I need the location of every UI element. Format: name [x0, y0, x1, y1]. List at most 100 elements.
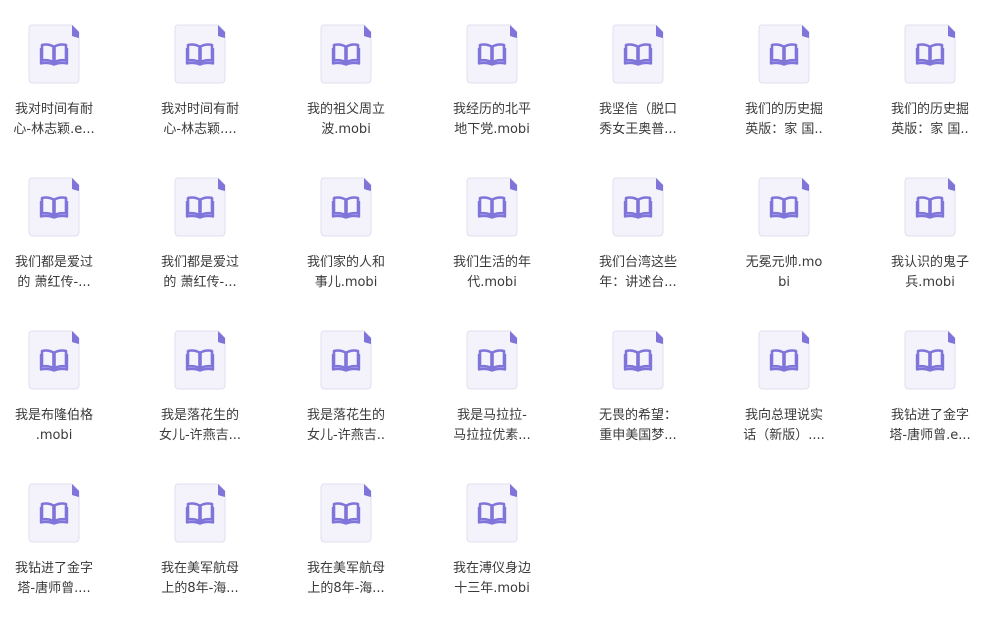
file-name-line-2: 地下党.mobi	[454, 122, 530, 137]
file-item[interactable]: 我坚信（脱口 秀女王奥普...	[584, 0, 730, 150]
file-name-line-2: 年：讲述台...	[599, 275, 677, 290]
ebook-file-icon	[466, 24, 518, 84]
file-item[interactable]: 我是落花生的 女儿-许燕吉..	[292, 306, 438, 456]
file-name: 我是落花生的 女儿-许燕吉...	[146, 406, 254, 446]
ebook-file-icon	[28, 24, 80, 84]
file-item[interactable]: 无冕元帅.mo bi	[730, 153, 876, 303]
ebook-file-icon	[904, 177, 956, 237]
file-name-line-1: 我对时间有耐	[14, 102, 93, 117]
file-name-line-2: 心-林志颖.e...	[13, 122, 95, 137]
file-name-line-1: 我们都是爱过	[14, 255, 93, 270]
ebook-file-icon	[28, 177, 80, 237]
file-name-line-1: 我对时间有耐	[160, 102, 239, 117]
file-item[interactable]: 我们的历史掘 英版：家 国..	[730, 0, 876, 150]
ebook-file-icon	[904, 24, 956, 84]
file-name-line-1: 我们台湾这些	[598, 255, 677, 270]
file-name-line-2: 十三年.mobi	[454, 581, 530, 596]
file-item[interactable]: 无畏的希望： 重申美国梦...	[584, 306, 730, 456]
file-name-line-2: 代.mobi	[467, 275, 517, 290]
file-name-line-1: 我在美军航母	[306, 561, 385, 576]
file-name-line-1: 我们生活的年	[452, 255, 531, 270]
file-item[interactable]: 我是布隆伯格 .mobi	[0, 306, 146, 456]
file-name: 我在美军航母 上的8年-海...	[292, 559, 400, 599]
file-item[interactable]: 我认识的鬼子 兵.mobi	[876, 153, 985, 303]
file-item[interactable]: 我钻进了金字 塔-唐师曾....	[0, 459, 146, 609]
file-item[interactable]: 我们的历史掘 英版：家 国..	[876, 0, 985, 150]
file-name: 我向总理说实 话（新版）....	[730, 406, 838, 446]
ebook-file-icon	[758, 177, 810, 237]
file-name-line-1: 我向总理说实	[744, 408, 823, 423]
file-name-line-1: 我坚信（脱口	[598, 102, 677, 117]
file-name: 我的祖父周立 波.mobi	[292, 100, 400, 140]
file-item[interactable]: 我们台湾这些 年：讲述台...	[584, 153, 730, 303]
file-name-line-2: 上的8年-海...	[161, 581, 239, 596]
ebook-file-icon	[174, 24, 226, 84]
file-name-line-2: 塔-唐师曾.e...	[889, 428, 971, 443]
ebook-file-icon	[612, 330, 664, 390]
file-name-line-2: 女儿-许燕吉..	[307, 428, 385, 443]
file-item[interactable]: 我的祖父周立 波.mobi	[292, 0, 438, 150]
file-name-line-1: 我经历的北平	[452, 102, 531, 117]
file-name-line-2: 话（新版）....	[743, 428, 825, 443]
ebook-file-icon	[320, 24, 372, 84]
file-name-line-2: bi	[778, 275, 790, 290]
file-name-line-1: 我钻进了金字	[890, 408, 969, 423]
file-item[interactable]: 我对时间有耐 心-林志颖.e...	[0, 0, 146, 150]
file-name-line-1: 我是落花生的	[306, 408, 385, 423]
file-item[interactable]: 我向总理说实 话（新版）....	[730, 306, 876, 456]
file-item[interactable]: 我是落花生的 女儿-许燕吉...	[146, 306, 292, 456]
file-name-line-1: 我们都是爱过	[160, 255, 239, 270]
file-name: 无畏的希望： 重申美国梦...	[584, 406, 692, 446]
file-name: 我是落花生的 女儿-许燕吉..	[292, 406, 400, 446]
file-name: 我们的历史掘 英版：家 国..	[876, 100, 984, 140]
file-name-line-2: .mobi	[35, 428, 73, 443]
file-name-line-2: 的 萧红传-...	[163, 275, 237, 290]
file-name-line-2: 兵.mobi	[905, 275, 955, 290]
file-item[interactable]: 我是马拉拉- 马拉拉优素...	[438, 306, 584, 456]
file-name-line-2: 上的8年-海...	[307, 581, 385, 596]
file-item[interactable]: 我们家的人和 事儿.mobi	[292, 153, 438, 303]
file-item[interactable]: 我对时间有耐 心-林志颖....	[146, 0, 292, 150]
file-name: 无冕元帅.mo bi	[730, 253, 838, 293]
file-grid: 我对时间有耐 心-林志颖.e... 我对时间有耐 心-林志颖.... 我的祖父周…	[0, 0, 985, 620]
file-name: 我在美军航母 上的8年-海...	[146, 559, 254, 599]
ebook-file-icon	[320, 483, 372, 543]
file-name-line-1: 我在溥仪身边	[452, 561, 531, 576]
file-name: 我们都是爱过 的 萧红传-...	[0, 253, 108, 293]
file-name-line-2: 心-林志颖....	[163, 122, 237, 137]
file-name: 我们家的人和 事儿.mobi	[292, 253, 400, 293]
file-name-line-2: 英版：家 国..	[891, 122, 969, 137]
ebook-file-icon	[174, 483, 226, 543]
ebook-file-icon	[320, 177, 372, 237]
file-item[interactable]: 我们都是爱过 的 萧红传-...	[146, 153, 292, 303]
file-name-line-1: 我在美军航母	[160, 561, 239, 576]
file-name-line-2: 秀女王奥普...	[599, 122, 677, 137]
file-name: 我在溥仪身边 十三年.mobi	[438, 559, 546, 599]
ebook-file-icon	[174, 330, 226, 390]
ebook-file-icon	[174, 177, 226, 237]
file-item[interactable]: 我经历的北平 地下党.mobi	[438, 0, 584, 150]
ebook-file-icon	[466, 177, 518, 237]
file-name: 我们都是爱过 的 萧红传-...	[146, 253, 254, 293]
file-name: 我认识的鬼子 兵.mobi	[876, 253, 984, 293]
file-item[interactable]: 我在美军航母 上的8年-海...	[146, 459, 292, 609]
file-name: 我钻进了金字 塔-唐师曾....	[0, 559, 108, 599]
file-name: 我钻进了金字 塔-唐师曾.e...	[876, 406, 984, 446]
ebook-file-icon	[612, 177, 664, 237]
file-name-line-2: 重申美国梦...	[599, 428, 677, 443]
ebook-file-icon	[612, 24, 664, 84]
file-name-line-1: 我们的历史掘	[890, 102, 969, 117]
file-item[interactable]: 我在溥仪身边 十三年.mobi	[438, 459, 584, 609]
ebook-file-icon	[320, 330, 372, 390]
ebook-file-icon	[466, 483, 518, 543]
file-item[interactable]: 我们生活的年 代.mobi	[438, 153, 584, 303]
file-name-line-2: 事儿.mobi	[314, 275, 378, 290]
file-name-line-2: 的 萧红传-...	[17, 275, 91, 290]
file-item[interactable]: 我在美军航母 上的8年-海...	[292, 459, 438, 609]
file-item[interactable]: 我钻进了金字 塔-唐师曾.e...	[876, 306, 985, 456]
ebook-file-icon	[28, 483, 80, 543]
ebook-file-icon	[28, 330, 80, 390]
file-item[interactable]: 我们都是爱过 的 萧红传-...	[0, 153, 146, 303]
ebook-file-icon	[758, 24, 810, 84]
ebook-file-icon	[904, 330, 956, 390]
